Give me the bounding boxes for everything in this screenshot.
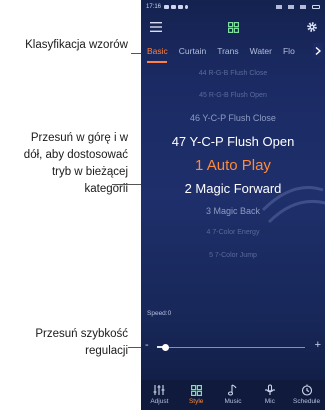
bottom-nav: Adjust Style Music Mic Schedule bbox=[141, 380, 325, 410]
tab-trans[interactable]: Trans bbox=[217, 46, 238, 56]
status-time: 17:16 bbox=[146, 4, 162, 10]
nav-style[interactable]: Style bbox=[178, 383, 214, 405]
status-bar: 17:16 bbox=[141, 0, 325, 14]
nav-label: Mic bbox=[264, 398, 275, 405]
music-note-icon bbox=[226, 383, 240, 397]
sliders-icon bbox=[152, 383, 166, 397]
plus-icon[interactable]: + bbox=[315, 339, 321, 351]
tab-flo[interactable]: Flo bbox=[283, 46, 295, 56]
mode-item-selected[interactable]: 1 Auto Play bbox=[141, 157, 325, 174]
grid-icon bbox=[189, 383, 203, 397]
mode-item[interactable]: 3 Magic Back bbox=[141, 206, 325, 216]
nav-music[interactable]: Music bbox=[215, 383, 251, 405]
mode-item[interactable]: 5 7-Color Jump bbox=[141, 252, 325, 259]
chevron-right-icon[interactable] bbox=[313, 43, 323, 59]
callout-speed-hint: Przesuń szybkość regulacji bbox=[35, 328, 128, 357]
mode-item[interactable]: 45 R-G-B Flush Open bbox=[141, 92, 325, 99]
nav-mic[interactable]: Mic bbox=[252, 383, 288, 405]
tab-water[interactable]: Water bbox=[250, 46, 272, 56]
callout-scroll-hint: Przesuń w górę i w dół, aby dostosować t… bbox=[23, 132, 128, 195]
nav-label: Schedule bbox=[293, 398, 321, 405]
clock-icon bbox=[300, 383, 314, 397]
minus-icon[interactable]: - bbox=[145, 339, 149, 351]
callout-categories: Klasyfikacja wzorów bbox=[25, 39, 128, 51]
nav-label: Music bbox=[224, 398, 242, 405]
nav-adjust[interactable]: Adjust bbox=[141, 383, 177, 405]
mode-item[interactable]: 2 Magic Forward bbox=[141, 181, 325, 196]
top-bar bbox=[141, 16, 325, 38]
gear-icon[interactable] bbox=[303, 18, 321, 36]
slider-thumb[interactable] bbox=[162, 343, 170, 351]
tab-curtain[interactable]: Curtain bbox=[179, 46, 206, 56]
speed-label: Speed:0 bbox=[147, 310, 172, 317]
category-tabs: Basic Curtain Trans Water Flo bbox=[141, 43, 325, 59]
mode-picker[interactable]: 44 R-G-B Flush Close 45 R-G-B Flush Open… bbox=[141, 70, 325, 270]
grid-icon[interactable] bbox=[224, 18, 242, 36]
mode-item[interactable]: 44 R-G-B Flush Close bbox=[141, 70, 325, 77]
nav-label: Adjust bbox=[150, 398, 169, 405]
speed-slider[interactable]: - + bbox=[145, 339, 321, 353]
active-tab-underline bbox=[147, 61, 167, 63]
mode-item[interactable]: 4 7-Color Energy bbox=[141, 229, 325, 236]
signal-battery-icons bbox=[276, 5, 320, 9]
notification-icons bbox=[164, 5, 189, 9]
nav-label: Style bbox=[188, 398, 204, 405]
phone-screen: 17:16 Basic Curtain Trans Water Flo 44 R… bbox=[141, 0, 325, 410]
nav-schedule[interactable]: Schedule bbox=[289, 383, 325, 405]
tab-basic[interactable]: Basic bbox=[147, 46, 168, 56]
mode-item[interactable]: 47 Y-C-P Flush Open bbox=[141, 134, 325, 149]
slider-track[interactable] bbox=[157, 346, 305, 348]
microphone-icon bbox=[263, 383, 277, 397]
mode-item[interactable]: 46 Y-C-P Flush Close bbox=[141, 113, 325, 123]
menu-icon[interactable] bbox=[147, 18, 165, 36]
